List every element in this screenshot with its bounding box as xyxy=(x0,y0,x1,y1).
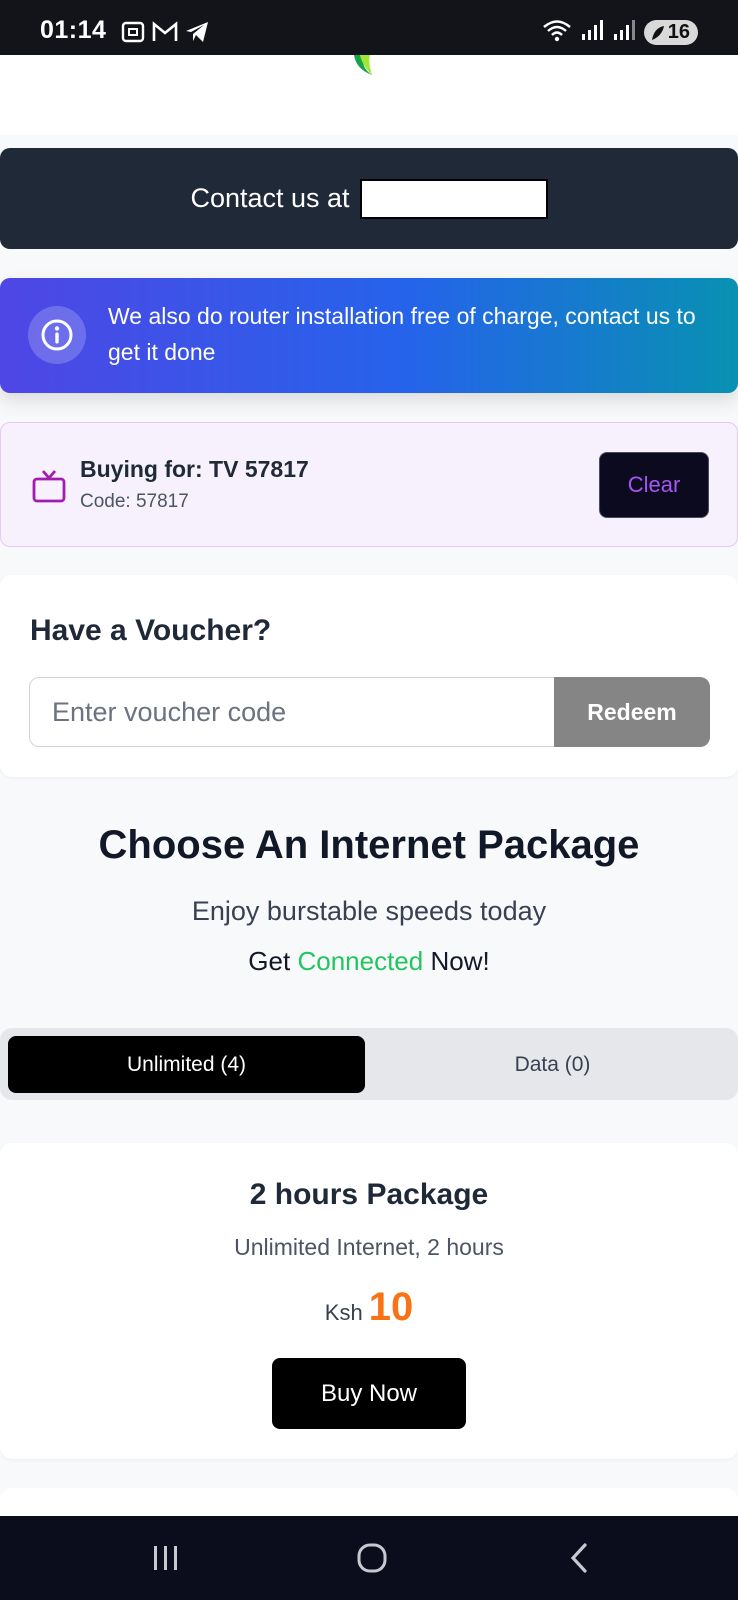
leaf-logo-icon xyxy=(354,55,372,75)
status-time: 01:14 xyxy=(40,16,107,44)
buy-now-button[interactable]: Buy Now xyxy=(272,1358,466,1429)
back-icon[interactable] xyxy=(550,1530,610,1586)
tagline-highlight: Connected xyxy=(297,946,424,976)
tagline: Get Connected Now! xyxy=(0,946,738,977)
voucher-title: Have a Voucher? xyxy=(30,614,272,647)
redeem-button[interactable]: Redeem xyxy=(554,677,710,747)
voucher-code-input[interactable] xyxy=(29,677,555,747)
info-icon xyxy=(28,306,86,364)
package-title: 2 hours Package xyxy=(249,1178,489,1211)
contact-banner: Contact us at xyxy=(0,148,738,249)
gmail-icon xyxy=(152,21,178,48)
battery-icon: 16 xyxy=(643,20,698,45)
tagline-suffix: Now! xyxy=(430,946,490,976)
buying-for-title: Buying for: TV 57817 xyxy=(80,456,309,482)
wifi-icon xyxy=(542,18,572,47)
system-status-icons: 16 xyxy=(542,18,698,47)
recent-apps-icon[interactable] xyxy=(136,1530,196,1586)
tv-icon xyxy=(32,470,66,503)
signal-icon xyxy=(580,18,604,47)
telegram-icon xyxy=(184,20,210,49)
info-banner: We also do router installation free of c… xyxy=(0,278,738,393)
next-package-card xyxy=(0,1488,738,1518)
tab-unlimited[interactable]: Unlimited (4) xyxy=(8,1036,365,1093)
page-title: Choose An Internet Package xyxy=(98,823,640,867)
notification-icons xyxy=(120,20,210,49)
package-description: Unlimited Internet, 2 hours xyxy=(234,1234,504,1260)
tab-data[interactable]: Data (0) xyxy=(375,1036,730,1093)
logo-area xyxy=(0,55,738,135)
tagline-prefix: Get xyxy=(248,946,291,976)
info-text: We also do router installation free of c… xyxy=(108,303,696,365)
home-icon[interactable] xyxy=(342,1530,402,1586)
package-price: Ksh 10 xyxy=(0,1285,738,1330)
clear-button[interactable]: Clear xyxy=(599,452,709,518)
price-currency: Ksh xyxy=(324,1300,363,1325)
buying-for-code: Code: 57817 xyxy=(80,491,189,512)
redacted-contact xyxy=(359,178,548,219)
signal-icon xyxy=(612,18,636,47)
page-subtitle: Enjoy burstable speeds today xyxy=(191,896,547,926)
price-amount: 10 xyxy=(368,1285,414,1329)
battery-level: 16 xyxy=(667,21,690,43)
screenshot-icon xyxy=(120,20,146,49)
contact-label: Contact us at xyxy=(190,183,350,213)
